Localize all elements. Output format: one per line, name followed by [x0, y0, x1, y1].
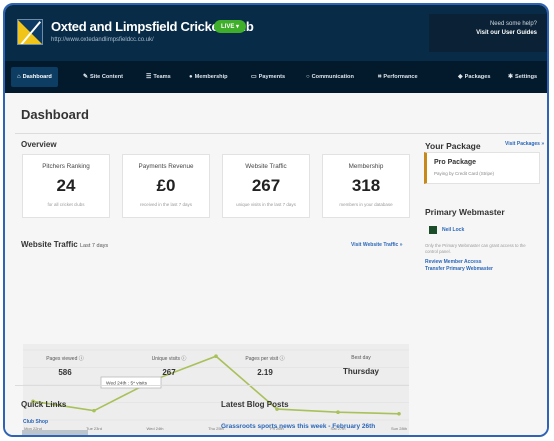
title-divider [15, 133, 541, 134]
nav-membership[interactable]: ● Membership [189, 70, 228, 84]
chart-x-label-2: Wed 24th [146, 426, 163, 431]
card-label: Pitchers Ranking [42, 163, 90, 170]
stat-card-website-traffic[interactable]: Website Traffic 267 unique visits in the… [222, 154, 310, 218]
home-icon: ⌂ [17, 74, 21, 80]
info-icon: ⓘ [181, 356, 187, 362]
nav-site-content[interactable]: ✎ Site Content [83, 70, 123, 84]
info-icon: ⓘ [78, 356, 84, 362]
quick-link-bar [22, 430, 88, 435]
stat-value: 586 [58, 368, 72, 377]
chart-tooltip: Wed 24th : 5* visits [100, 376, 162, 389]
stat-label: Unique visits ⓘ [151, 356, 187, 362]
card-note: unique visits in the last 7 days [236, 202, 296, 207]
package-name: Pro Package [434, 159, 477, 166]
chart-point-3 [214, 354, 218, 359]
card-value: 318 [351, 176, 381, 195]
gear-icon: ✱ [508, 74, 514, 80]
blog-post-link[interactable]: Grassroots sports news this week - Febru… [221, 423, 375, 430]
stat-pages-viewed: Pages viewed ⓘ 586 [25, 355, 105, 377]
stat-label: Pages per visit ⓘ [245, 356, 285, 362]
nav-packages[interactable]: ◆ Packages [458, 70, 490, 84]
traffic-title: Website Traffic Last 7 days [21, 240, 109, 249]
card-note: for all cricket clubs [47, 202, 85, 207]
stat-unique-visits: Unique visits ⓘ 267 [129, 355, 209, 377]
nav-communication[interactable]: ○ Communication [306, 70, 354, 84]
nav-settings[interactable]: ✱ Settings [508, 70, 537, 84]
app-window: Oxted and Limpsfield Cricket Club http:/… [3, 3, 549, 437]
chart-x-label-6: Sun 28th [391, 426, 407, 431]
stat-best-day: Best day Thursday [321, 355, 401, 376]
quick-link-club-shop[interactable]: Club Shop [23, 419, 48, 425]
card-value: £0 [156, 176, 176, 195]
card-label: Payments Revenue [138, 163, 194, 170]
transfer-webmaster-link[interactable]: Transfer Primary Webmaster [425, 266, 493, 272]
webmaster-name[interactable]: Neil Lock [442, 227, 464, 233]
primary-webmaster-title: Primary Webmaster [425, 207, 505, 217]
chart-icon: ⌗ [378, 74, 382, 80]
info-icon: ⓘ [279, 356, 285, 362]
card-icon: ▭ [251, 74, 257, 80]
chart-x-label-1: Tue 23rd [86, 426, 102, 431]
stat-label: Best day [351, 355, 371, 361]
overview-title: Overview [21, 140, 57, 149]
card-label: Membership [348, 163, 384, 170]
speech-icon: ○ [306, 74, 310, 80]
stat-card-payments-revenue[interactable]: Payments Revenue £0 received in the last… [122, 154, 210, 218]
nav-payments[interactable]: ▭ Payments [251, 70, 285, 84]
live-status-badge[interactable]: LIVE ▾ [214, 20, 247, 33]
stat-card-membership[interactable]: Membership 318 members in your database [322, 154, 410, 218]
page-title: Dashboard [21, 107, 89, 122]
nav-dashboard[interactable]: ⌂ Dashboard [11, 67, 58, 87]
visit-website-traffic-link[interactable]: Visit Website Traffic » [351, 242, 403, 248]
club-url[interactable]: http://www.oxtedandlimpsfieldcc.co.uk/ [51, 37, 154, 43]
nav-performance[interactable]: ⌗ Performance [378, 70, 418, 84]
stats-divider [15, 385, 409, 386]
package-desc: Paying by Credit Card (Stripe) [434, 171, 495, 176]
card-note: received in the last 7 days [139, 202, 193, 207]
person-icon: ● [189, 74, 193, 80]
quick-links-title: Quick Links [21, 400, 67, 409]
teams-icon: ☰ [146, 74, 152, 80]
main-nav: ⌂ Dashboard ✎ Site Content ☰ Teams ● Members… [5, 61, 547, 93]
user-guides-link[interactable]: Visit our User Guides [429, 30, 537, 36]
card-value: 267 [251, 176, 281, 195]
stat-label: Pages viewed ⓘ [46, 356, 84, 362]
traffic-subtitle: Last 7 days [80, 243, 109, 249]
package-card[interactable]: Pro Package Paying by Credit Card (Strip… [424, 152, 540, 184]
main-content: Dashboard Overview Pitchers Ranking 24 f… [5, 93, 547, 435]
help-box: Need some help? Visit our User Guides [429, 14, 547, 52]
stat-pages-per-visit: Pages per visit ⓘ 2.19 [225, 355, 305, 377]
stat-value: 267 [162, 368, 176, 377]
chart-point-5 [336, 410, 340, 415]
chart-point-6 [397, 411, 401, 416]
stat-value: Thursday [342, 367, 379, 376]
card-value: 24 [56, 176, 76, 195]
top-bar: Oxted and Limpsfield Cricket Club http:/… [5, 5, 547, 61]
help-question: Need some help? [489, 21, 537, 27]
latest-blog-title: Latest Blog Posts [221, 400, 289, 409]
webmaster-note: Only the Primary Webmaster can grant acc… [425, 243, 526, 254]
nav-teams[interactable]: ☰ Teams [146, 70, 171, 84]
chart-point-1 [92, 408, 96, 413]
stat-value: 2.19 [257, 368, 273, 377]
review-member-access-link[interactable]: Review Member Access [425, 259, 482, 265]
pencil-icon: ✎ [83, 74, 89, 80]
package-icon: ◆ [458, 74, 463, 80]
stat-card-pitchers-ranking[interactable]: Pitchers Ranking 24 for all cricket club… [22, 154, 110, 218]
card-label: Website Traffic [245, 163, 287, 170]
your-package-title: Your Package [425, 141, 481, 151]
card-note: members in your database [339, 202, 393, 207]
club-logo-icon[interactable] [17, 19, 43, 45]
visit-packages-link[interactable]: Visit Packages » [505, 141, 544, 147]
webmaster-avatar-icon [429, 226, 437, 234]
